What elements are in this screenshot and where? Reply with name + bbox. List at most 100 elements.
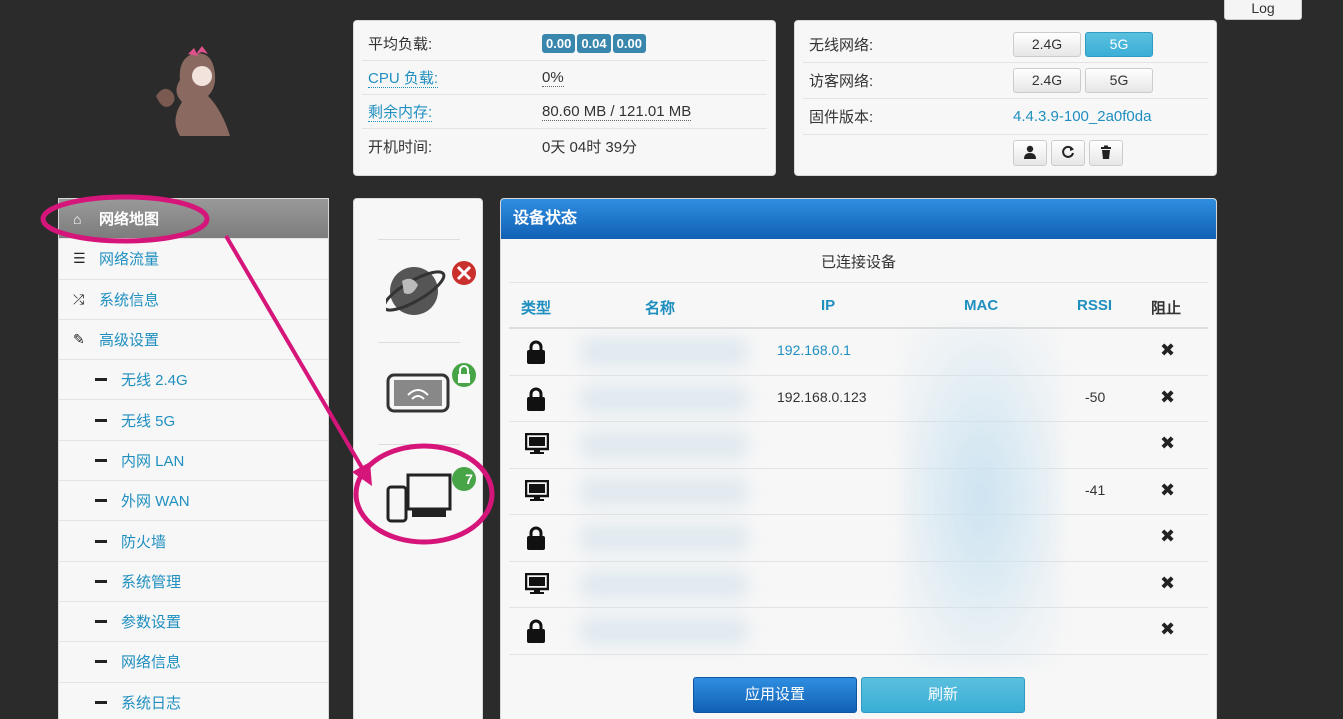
sidebar-sub-system-log[interactable]: 系统日志 (59, 683, 328, 719)
home-icon: ⌂ (73, 210, 82, 227)
cpu-load-link[interactable]: CPU 负载: (362, 67, 542, 88)
load-1m-badge: 0.00 (542, 34, 576, 53)
list-icon: ☰ (73, 250, 86, 267)
log-button[interactable]: Log (1224, 0, 1302, 20)
sidebar-item-label: 系统日志 (121, 694, 182, 712)
redacted-name-blur (579, 616, 749, 646)
user-button[interactable] (1013, 140, 1047, 166)
sidebar-item-traffic[interactable]: ☰ 网络流量 (59, 239, 328, 280)
sidebar-nav: ⌂ 网络地图 ☰ 网络流量 ⤮ 系统信息 ✎ 高级设置 无线 2.4G 无线 5G 内网… (58, 198, 329, 719)
dash-icon (95, 458, 107, 462)
sidebar-sub-firewall[interactable]: 防火墙 (59, 521, 328, 562)
sidebar-sub-network-info[interactable]: 网络信息 (59, 642, 328, 683)
firmware-version-link[interactable]: 4.4.3.9-100_2a0f0da (1013, 108, 1151, 125)
sidebar-item-label: 无线 2.4G (121, 372, 188, 390)
block-x-icon[interactable]: ✖ (1160, 433, 1175, 454)
guest-5g-toggle[interactable]: 5G (1085, 68, 1153, 93)
logo-cat-girl-image (156, 46, 230, 136)
redacted-name-blur (579, 569, 749, 600)
sidebar-item-network-map[interactable]: ⌂ 网络地图 (59, 199, 328, 240)
lock-icon (525, 387, 547, 414)
cpu-load-value: 0% (542, 69, 564, 87)
block-x-icon[interactable]: ✖ (1160, 480, 1175, 501)
sidebar-sub-wan[interactable]: 外网 WAN (59, 481, 328, 522)
ip-cell[interactable]: 192.168.0.1 (777, 342, 851, 358)
sidebar-item-system-info[interactable]: ⤮ 系统信息 (59, 280, 328, 320)
firmware-label: 固件版本: (809, 109, 874, 126)
load-label: 平均负载: (368, 36, 433, 53)
sidebar-item-label: 防火墙 (121, 533, 167, 551)
table-row: ✖ (509, 422, 1208, 469)
dash-icon (95, 700, 107, 704)
sidebar-item-label: 高级设置 (99, 332, 160, 350)
dash-icon (95, 620, 107, 624)
load-5m-badge: 0.04 (577, 34, 611, 53)
monitor-icon (524, 479, 550, 505)
guest-24g-toggle[interactable]: 2.4G (1013, 68, 1081, 93)
col-ip: IP (821, 297, 836, 314)
wifi-status-panel: 无线网络: 2.4G 5G 访客网络: 2.4G 5G 固件版本: 4.4.3.… (794, 20, 1217, 176)
col-block: 阻止 (1151, 300, 1182, 317)
col-type: 类型 (521, 300, 552, 317)
device-status-panel: 设备状态 已连接设备 类型 名称 IP MAC RSSI 阻止 192.168.… (500, 198, 1217, 719)
redacted-name-blur (579, 476, 749, 507)
apply-settings-button[interactable]: 应用设置 (693, 677, 857, 713)
lock-icon (525, 340, 547, 367)
lock-icon (525, 526, 547, 553)
free-memory-value: 80.60 MB / 121.01 MB (542, 103, 692, 121)
redacted-name-blur (579, 337, 749, 367)
block-x-icon[interactable]: ✖ (1160, 387, 1175, 408)
trash-icon (1101, 145, 1111, 159)
internet-globe-icon[interactable] (386, 257, 486, 327)
redacted-name-blur (579, 383, 749, 414)
sidebar-item-label: 系统管理 (121, 573, 182, 591)
sidebar-sub-lan[interactable]: 内网 LAN (59, 441, 328, 482)
sidebar-sub-system-admin[interactable]: 系统管理 (59, 562, 328, 602)
uptime-value: 0天 04时 39分 (542, 138, 638, 156)
monitor-icon (524, 572, 550, 598)
user-icon (1024, 145, 1036, 159)
reset-button[interactable] (1089, 140, 1123, 166)
rssi-cell: -50 (1085, 388, 1106, 405)
col-name: 名称 (645, 300, 676, 317)
sidebar-sub-wireless-5g[interactable]: 无线 5G (59, 400, 328, 441)
dash-icon (95, 660, 107, 664)
router-wireless-icon[interactable] (386, 361, 486, 421)
monitor-icon (524, 432, 550, 458)
refresh-icon (1062, 145, 1074, 158)
ip-cell: 192.168.0.123 (777, 388, 867, 405)
dash-icon (95, 418, 107, 422)
table-row: -41 ✖ (509, 469, 1208, 515)
table-row: ✖ (509, 515, 1208, 562)
table-row: 192.168.0.123 -50 ✖ (509, 376, 1208, 422)
sidebar-item-label: 外网 WAN (121, 493, 190, 511)
sidebar-sub-wireless-24g[interactable]: 无线 2.4G (59, 360, 328, 401)
sidebar-sub-parameters[interactable]: 参数设置 (59, 602, 328, 643)
block-x-icon[interactable]: ✖ (1160, 573, 1175, 594)
sidebar-item-advanced[interactable]: ✎ 高级设置 (59, 320, 328, 361)
col-mac: MAC (964, 297, 999, 314)
redacted-mac-blur (901, 327, 1061, 667)
wireless-24g-toggle[interactable]: 2.4G (1013, 32, 1081, 57)
lock-icon (525, 619, 547, 646)
sidebar-item-label: 无线 5G (121, 412, 176, 430)
dash-icon (95, 579, 107, 583)
device-status-title: 设备状态 (501, 199, 1216, 239)
system-stats-panel: 平均负载: 0.00 0.04 0.00 CPU 负载: 0% 剩余内存: 80.6… (353, 20, 776, 176)
block-x-icon[interactable]: ✖ (1160, 526, 1175, 547)
sidebar-item-label: 内网 LAN (121, 452, 185, 470)
free-memory-link[interactable]: 剩余内存: (362, 101, 542, 122)
shuffle-icon: ⤮ (73, 290, 85, 307)
network-map-icons: 7 (353, 198, 483, 719)
load-15m-badge: 0.00 (612, 34, 646, 53)
block-x-icon[interactable]: ✖ (1160, 619, 1175, 640)
refresh-button[interactable]: 刷新 (861, 677, 1025, 713)
col-rssi: RSSI (1077, 297, 1113, 314)
table-row: ✖ (509, 608, 1208, 655)
sidebar-item-label: 网络地图 (99, 211, 160, 229)
device-count-badge: 7 (465, 471, 473, 487)
reboot-button[interactable] (1051, 140, 1085, 166)
dash-icon (95, 499, 107, 503)
wireless-5g-toggle[interactable]: 5G (1085, 32, 1153, 57)
block-x-icon[interactable]: ✖ (1160, 340, 1175, 361)
